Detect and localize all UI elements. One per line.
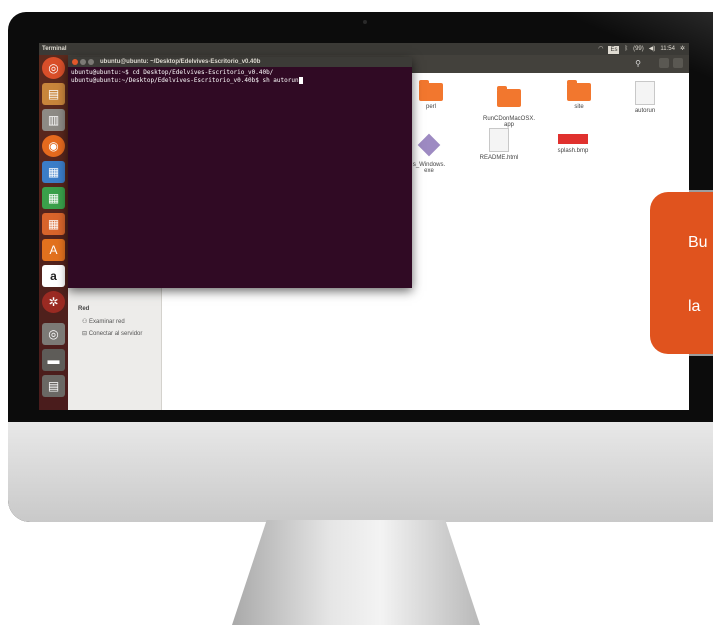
maximize-icon[interactable] [88,59,94,65]
clock[interactable]: 11:54 [660,43,675,55]
monitor-stand [232,520,480,625]
files-icon[interactable]: ▤ [42,83,65,105]
top-panel: Terminal ◠ Es ᛒ (99) ◀) 11:54 ✲ [39,43,689,55]
monitor-chin [8,422,713,522]
file-label: autorun [634,108,656,114]
panel-indicators: ◠ Es ᛒ (99) ◀) 11:54 ✲ [598,43,685,55]
bluetooth-icon[interactable]: ᛒ [624,43,628,55]
view-buttons [659,58,683,68]
sidebar-item-label: Conectar al servidor [88,331,143,337]
server-icon: ⊟ [82,331,89,337]
amazon-icon[interactable]: a [42,265,65,287]
firefox-icon[interactable]: ◉ [42,135,65,157]
file-item-splash[interactable]: splash.bmp [543,128,603,154]
terminal-output[interactable]: ubuntu@ubuntu:~$ cd Desktop/Edelvives-Es… [68,67,412,87]
text-cursor [298,77,303,84]
disk-icon[interactable]: ◎ [42,323,65,345]
callout-text-line1: Bu [688,234,708,251]
search-icon[interactable]: ⚲ [635,59,641,68]
terminal-title: ubuntu@ubuntu: ~/Desktop/Edelvives-Escri… [100,59,261,65]
info-callout: Bu la [650,192,713,354]
calc-icon[interactable]: ▦ [42,187,65,209]
panel-app-title: Terminal [42,46,67,52]
gear-icon[interactable]: ✲ [680,43,685,55]
exe-icon [417,133,441,157]
file-label: splash.bmp [557,148,589,154]
volume-icon[interactable]: ◀) [649,43,656,55]
wifi-icon[interactable]: ◠ [598,43,603,55]
folder-icon [419,80,443,101]
drive-icon[interactable]: ▬ [42,349,65,371]
settings-icon[interactable]: ✲ [42,291,65,313]
terminal-line: ubuntu@ubuntu:~$ cd Desktop/Edelvives-Es… [71,69,274,76]
folder-icon [497,86,521,107]
desktop-screen: Terminal ◠ Es ᛒ (99) ◀) 11:54 ✲ ⚲ Red ⚇ [39,43,689,410]
file-label: RunCDonMacOSX. app [482,116,536,128]
folder-icon [567,80,591,101]
terminal-command: ubuntu@ubuntu:~/Desktop/Edelvives-Escrit… [71,77,299,84]
terminal-window[interactable]: ubuntu@ubuntu: ~/Desktop/Edelvives-Escri… [68,57,412,288]
callout-text-line2: la [688,298,701,315]
unity-launcher: ◎ ▤ ▥ ◉ ▦ ▦ ▦ A a ✲ ◎ ▬ ▤ [39,55,68,410]
list-view-icon[interactable] [659,58,669,68]
file-item-site[interactable]: site [549,80,609,110]
file-label: README.html [479,155,519,161]
document-icon [635,81,655,105]
software-icon[interactable]: A [42,239,65,261]
sidebar-item-browse-network[interactable]: ⚇ Examinar red [82,318,125,325]
ubuntu-icon[interactable]: ◎ [42,57,65,79]
monitor-frame: Terminal ◠ Es ᛒ (99) ◀) 11:54 ✲ ⚲ Red ⚇ [8,12,713,522]
network-heading: Red [78,306,90,312]
file-item-readme[interactable]: README.html [469,128,529,161]
impress-icon[interactable]: ▦ [42,213,65,235]
camera [363,20,367,24]
archive-icon[interactable]: ▥ [42,109,65,131]
trash-icon[interactable]: ▤ [42,375,65,397]
terminal-line-current: ubuntu@ubuntu:~/Desktop/Edelvives-Escrit… [71,77,409,85]
network-icon: ⚇ [82,319,90,325]
html-file-icon [489,128,509,152]
sidebar-item-connect-server[interactable]: ⊟ Conectar al servidor [82,330,142,337]
image-file-icon [558,134,588,144]
writer-icon[interactable]: ▦ [42,161,65,183]
battery-indicator[interactable]: (99) [633,43,644,55]
file-item-runcdonmacosx[interactable]: RunCDonMacOSX. app [479,83,539,134]
file-item-autorun[interactable]: autorun [615,81,675,114]
terminal-titlebar[interactable]: ubuntu@ubuntu: ~/Desktop/Edelvives-Escri… [68,57,412,67]
sidebar-item-label: Examinar red [89,319,125,325]
minimize-icon[interactable] [80,59,86,65]
file-label: site [574,104,584,110]
menu-icon[interactable] [673,58,683,68]
keyboard-indicator[interactable]: Es [608,46,620,54]
close-icon[interactable] [72,59,78,65]
